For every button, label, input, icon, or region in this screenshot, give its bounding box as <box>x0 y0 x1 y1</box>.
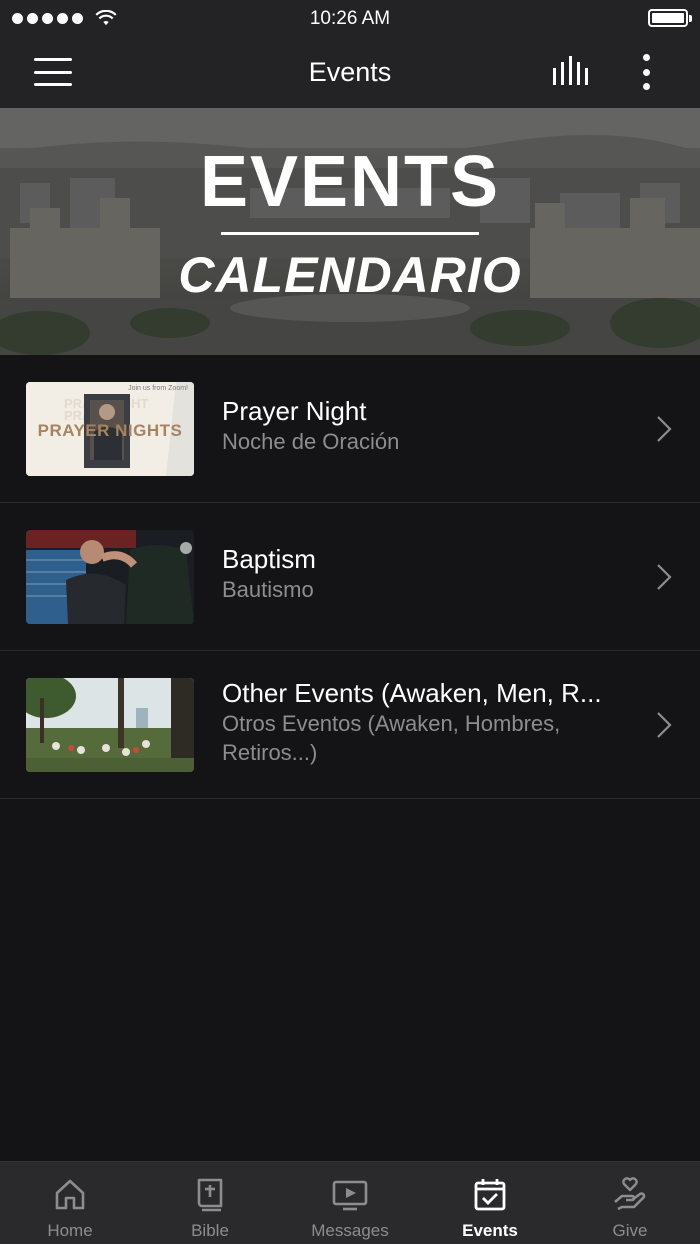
tab-give[interactable]: Give <box>560 1162 700 1244</box>
tab-events[interactable]: Events <box>420 1162 560 1244</box>
chevron-right-icon <box>657 416 672 442</box>
hero-divider <box>221 232 479 235</box>
battery-icon <box>648 9 692 27</box>
list-item[interactable]: PRAYPRAYNIGHT PRAYER NIGHTS Join us from… <box>0 355 700 503</box>
home-icon <box>55 1179 85 1210</box>
tab-bible[interactable]: Bible <box>140 1162 280 1244</box>
hamburger-menu-icon[interactable] <box>34 58 72 86</box>
event-subtitle: Bautismo <box>222 577 314 602</box>
thumbnail-caption: PRAYER NIGHTS <box>37 421 183 440</box>
other-events-thumbnail <box>26 678 194 772</box>
tab-label: Messages <box>311 1221 389 1240</box>
app-screen: 10:26 AM Events EVENTS CALENDARIO PRAY P… <box>0 0 700 1244</box>
prayer-night-thumbnail: PRAYPRAYNIGHT PRAYER NIGHTS Join us from… <box>26 382 194 476</box>
chevron-right-icon <box>657 712 672 738</box>
tab-messages[interactable]: Messages <box>280 1162 420 1244</box>
tab-label: Events <box>462 1221 518 1240</box>
thumbnail-corner-note: Join us from Zoom! <box>128 385 188 392</box>
event-title: Other Events (Awaken, Men, R... <box>222 678 602 708</box>
event-text: Prayer Night Noche de Oración <box>222 395 630 456</box>
tab-label: Give <box>612 1221 648 1240</box>
page-title: Events <box>308 56 392 87</box>
list-item[interactable]: Other Events (Awaken, Men, R... Otros Ev… <box>0 651 700 799</box>
status-bar: 10:26 AM <box>0 0 700 36</box>
event-text: Other Events (Awaken, Men, R... Otros Ev… <box>222 677 630 767</box>
list-item[interactable]: Baptism Bautismo <box>0 503 700 651</box>
tab-home[interactable]: Home <box>0 1162 140 1244</box>
give-icon <box>614 1177 646 1211</box>
more-options-icon[interactable] <box>636 54 656 90</box>
navigation-bar: Events <box>0 36 700 108</box>
bottom-tab-bar: Home Bible Messages Events Give <box>0 1161 700 1244</box>
event-text: Baptism Bautismo <box>222 543 630 604</box>
messages-icon <box>332 1180 368 1211</box>
signal-strength-icon <box>12 10 117 26</box>
event-list: PRAYPRAYNIGHT PRAYER NIGHTS Join us from… <box>0 355 700 799</box>
audio-bars-icon[interactable] <box>552 56 592 86</box>
tab-label: Bible <box>191 1221 229 1240</box>
event-title: Prayer Night <box>222 396 367 426</box>
event-title: Baptism <box>222 544 316 574</box>
events-icon <box>474 1179 506 1211</box>
event-subtitle: Otros Eventos (Awaken, Hombres, Retiros.… <box>222 711 561 765</box>
chevron-right-icon <box>657 564 672 590</box>
tab-label: Home <box>47 1221 93 1240</box>
hero-title: EVENTS <box>199 142 501 222</box>
bible-icon <box>197 1178 223 1212</box>
wifi-icon <box>95 10 117 26</box>
hero-subtitle: CALENDARIO <box>178 247 522 303</box>
event-subtitle: Noche de Oración <box>222 429 400 454</box>
events-hero-banner: EVENTS CALENDARIO <box>0 108 700 355</box>
baptism-thumbnail <box>26 530 194 624</box>
